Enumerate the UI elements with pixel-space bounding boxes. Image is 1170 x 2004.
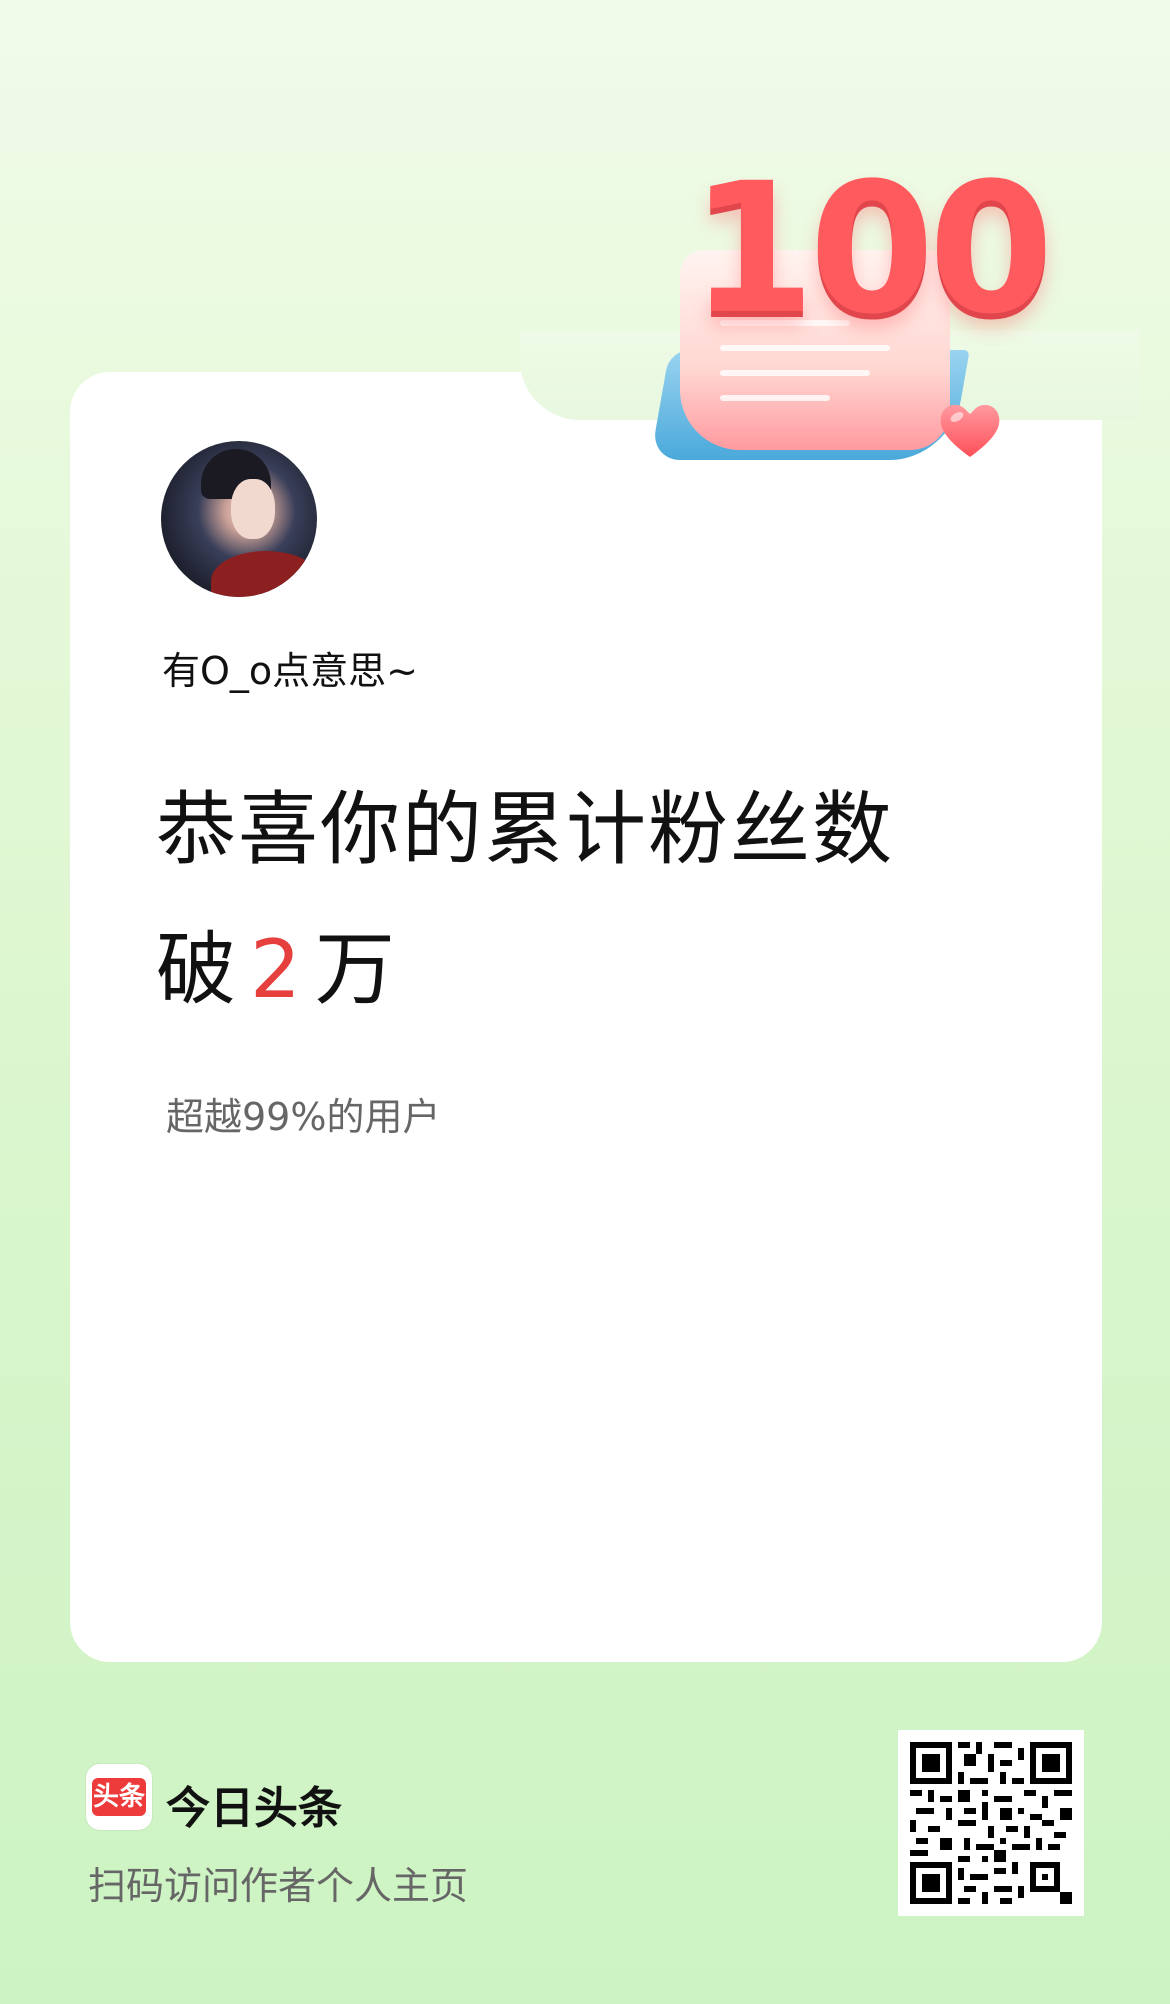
- follower-count-number: 2: [250, 923, 301, 1016]
- headline-suffix: 万: [314, 923, 395, 1016]
- percentile-subtext: 超越99%的用户: [166, 1095, 441, 1139]
- headline-line1: 恭喜你的累计粉丝数: [156, 783, 894, 876]
- username[interactable]: 有O_o点意思~: [162, 640, 418, 695]
- avatar[interactable]: [161, 441, 317, 597]
- headline-line2: 破2万: [156, 930, 395, 1010]
- badge-number: 100: [690, 145, 1054, 354]
- heart-icon: [940, 404, 1000, 457]
- brand-name: 今日头条: [166, 1783, 342, 1834]
- logo-text: 头条: [92, 1778, 146, 1816]
- headline-prefix: 破: [156, 923, 236, 1016]
- milestone-badge: 100: [650, 160, 1054, 480]
- toutiao-logo-icon: 头条: [86, 1764, 152, 1830]
- qr-code-icon[interactable]: [898, 1730, 1084, 1916]
- scan-instruction: 扫码访问作者个人主页: [88, 1864, 469, 1908]
